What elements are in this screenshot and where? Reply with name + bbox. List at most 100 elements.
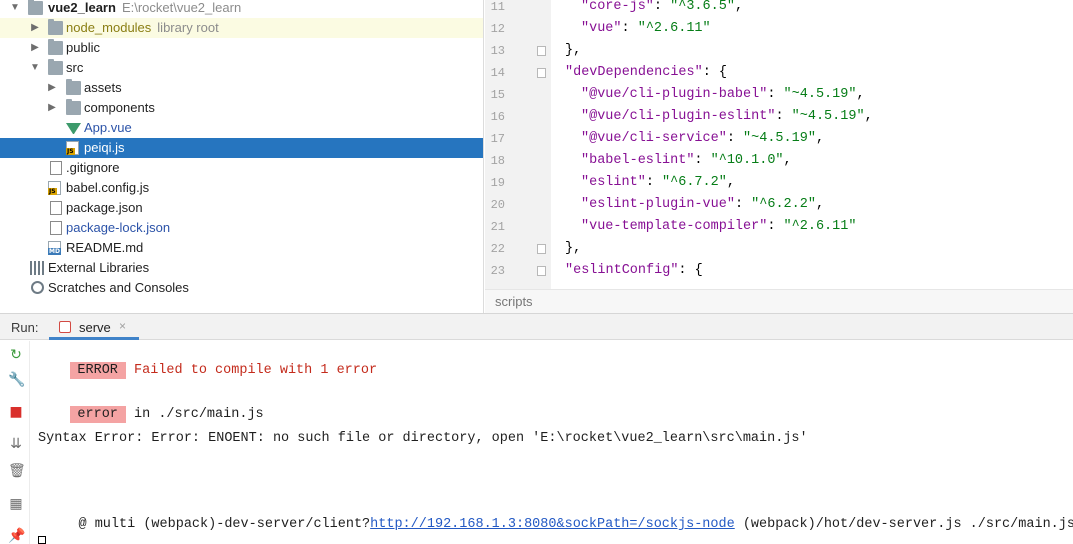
fold-marker-icon[interactable] xyxy=(537,244,546,254)
tree-item-readme[interactable]: MD README.md xyxy=(0,238,483,258)
code-text: }, xyxy=(565,241,582,256)
tree-item-label: External Libraries xyxy=(48,260,150,275)
js-file-icon: JS xyxy=(48,181,61,195)
line-number: 21 xyxy=(490,220,505,234)
tree-item-label: babel.config.js xyxy=(66,180,150,195)
code-line: 12 "vue": "^2.6.11" xyxy=(485,20,1073,42)
close-icon[interactable]: × xyxy=(119,319,126,333)
code-line: 20 "eslint-plugin-vue": "^6.2.2", xyxy=(485,196,1073,218)
tree-item-app-vue[interactable]: App.vue xyxy=(0,118,483,138)
line-number: 12 xyxy=(490,22,505,36)
code-text: "@vue/cli-plugin-eslint": "~4.5.19", xyxy=(581,109,873,124)
project-path: E:\rocket\vue2_learn xyxy=(121,0,242,15)
markdown-file-icon: MD xyxy=(48,241,61,255)
code-line: 16 "@vue/cli-plugin-eslint": "~4.5.19", xyxy=(485,108,1073,130)
code-text: "eslint": "^6.7.2", xyxy=(581,175,735,190)
tree-item-label: peiqi.js xyxy=(84,140,125,155)
tree-item-label: App.vue xyxy=(84,120,132,135)
tree-item-components[interactable]: ▶ components xyxy=(0,98,483,118)
npm-run-icon xyxy=(59,321,71,333)
chevron-right-icon[interactable]: ▶ xyxy=(29,38,41,58)
error-tag: error xyxy=(70,406,126,423)
js-file-icon: JS xyxy=(66,141,79,155)
line-number: 15 xyxy=(490,88,505,102)
tree-item-src[interactable]: ▼ src xyxy=(0,58,483,78)
line-number: 16 xyxy=(490,110,505,124)
fold-marker-icon[interactable] xyxy=(537,46,546,56)
code-text: "eslint-plugin-vue": "^6.2.2", xyxy=(581,197,825,212)
tree-item-scratches[interactable]: Scratches and Consoles xyxy=(0,278,483,298)
trash-icon[interactable]: 🗑 xyxy=(8,463,26,479)
tree-item-package-json[interactable]: package.json xyxy=(0,198,483,218)
folder-icon xyxy=(48,19,63,35)
line-number: 18 xyxy=(490,154,505,168)
chevron-right-icon[interactable]: ▶ xyxy=(46,98,58,118)
library-icon xyxy=(30,261,44,275)
multi-suffix: (webpack)/hot/dev-server.js ./src/main.j… xyxy=(734,517,1073,532)
code-line: 11 "core-js": "^3.6.5", xyxy=(485,0,1073,20)
wrench-icon[interactable]: 🔧 xyxy=(8,372,25,388)
chevron-down-icon[interactable]: ▼ xyxy=(29,58,41,78)
git-file-icon xyxy=(50,161,62,175)
line-number: 11 xyxy=(490,0,505,14)
line-number: 20 xyxy=(490,198,505,212)
code-text: "@vue/cli-service": "~4.5.19", xyxy=(581,131,825,146)
layout-icon[interactable]: ▦ xyxy=(8,496,24,512)
run-label: Run: xyxy=(11,320,39,335)
tree-item-label: .gitignore xyxy=(66,160,120,175)
stop-icon[interactable]: ■ xyxy=(8,404,24,420)
code-line: 22}, xyxy=(485,240,1073,262)
tree-item-label: components xyxy=(84,100,155,115)
chevron-down-icon[interactable]: ▼ xyxy=(9,0,21,18)
tree-item-package-lock-json[interactable]: package-lock.json xyxy=(0,218,483,238)
tree-item-external-libraries[interactable]: External Libraries xyxy=(0,258,483,278)
error-tag: ERROR xyxy=(70,362,126,379)
code-line: 14 "devDependencies": { xyxy=(485,64,1073,86)
tree-item-babel-config[interactable]: JS babel.config.js xyxy=(0,178,483,198)
run-sidebar: ↻ 🔧 ■ ⇊ 🗑 ▦ 📌 xyxy=(0,341,30,544)
rerun-icon[interactable]: ↻ xyxy=(8,347,24,363)
line-number: 19 xyxy=(490,176,505,190)
fold-marker-icon[interactable] xyxy=(537,266,546,276)
fold-marker-icon[interactable] xyxy=(537,68,546,78)
scroll-to-end-icon[interactable]: ⇊ xyxy=(8,436,24,452)
editor-breadcrumb[interactable]: scripts xyxy=(485,289,1073,313)
tree-item-label: src xyxy=(66,60,84,75)
chevron-right-icon[interactable]: ▶ xyxy=(46,78,58,98)
scratch-icon xyxy=(31,281,44,294)
folder-icon xyxy=(48,39,63,55)
tree-item-node-modules[interactable]: ▶ node_modules library root xyxy=(0,18,483,38)
tree-item-public[interactable]: ▶ public xyxy=(0,38,483,58)
line-number: 22 xyxy=(490,242,505,256)
console-line: Syntax Error: Error: ENOENT: no such fil… xyxy=(38,431,808,446)
tree-item-label: README.md xyxy=(66,240,144,255)
code-line: 17 "@vue/cli-service": "~4.5.19", xyxy=(485,130,1073,152)
chevron-right-icon[interactable]: ▶ xyxy=(29,18,41,38)
tree-item-label: package-lock.json xyxy=(66,220,171,235)
json-file-icon xyxy=(50,221,62,235)
error-message: Failed to compile with 1 error xyxy=(134,363,378,378)
tree-item-label: public xyxy=(66,40,100,55)
dev-server-link[interactable]: http://192.168.1.3:8080&sockPath=/sockjs… xyxy=(370,517,735,532)
console-output[interactable]: ERROR Failed to compile with 1 error err… xyxy=(31,341,1073,544)
console-line: @ multi (webpack)-dev-server/client?http… xyxy=(38,495,1073,532)
code-text: }, xyxy=(565,43,582,58)
tab-serve[interactable]: serve × xyxy=(49,314,139,340)
tree-item-peiqi-js[interactable]: JS peiqi.js xyxy=(0,138,483,158)
folder-icon xyxy=(66,79,81,95)
tree-item-assets[interactable]: ▶ assets xyxy=(0,78,483,98)
multi-prefix: @ multi (webpack)-dev-server/client? xyxy=(70,517,371,532)
error-location: in ./src/main.js xyxy=(125,407,264,422)
tree-item-gitignore[interactable]: .gitignore xyxy=(0,158,483,178)
code-text: "@vue/cli-plugin-babel": "~4.5.19", xyxy=(581,87,865,102)
library-root-note: library root xyxy=(157,20,219,35)
tree-item-label: node_modules xyxy=(66,20,152,35)
code-editor[interactable]: 11 "core-js": "^3.6.5", 12 "vue": "^2.6.11"… xyxy=(485,0,1073,289)
line-number: 14 xyxy=(490,66,505,80)
pin-icon[interactable]: 📌 xyxy=(8,528,25,544)
code-line: 21 "vue-template-compiler": "^2.6.11" xyxy=(485,218,1073,240)
code-line: 18 "babel-eslint": "^10.1.0", xyxy=(485,152,1073,174)
line-number: 13 xyxy=(490,44,505,58)
tree-root[interactable]: ▼ vue2_learn E:\rocket\vue2_learn xyxy=(0,0,483,18)
code-text: "vue": "^2.6.11" xyxy=(581,21,711,36)
